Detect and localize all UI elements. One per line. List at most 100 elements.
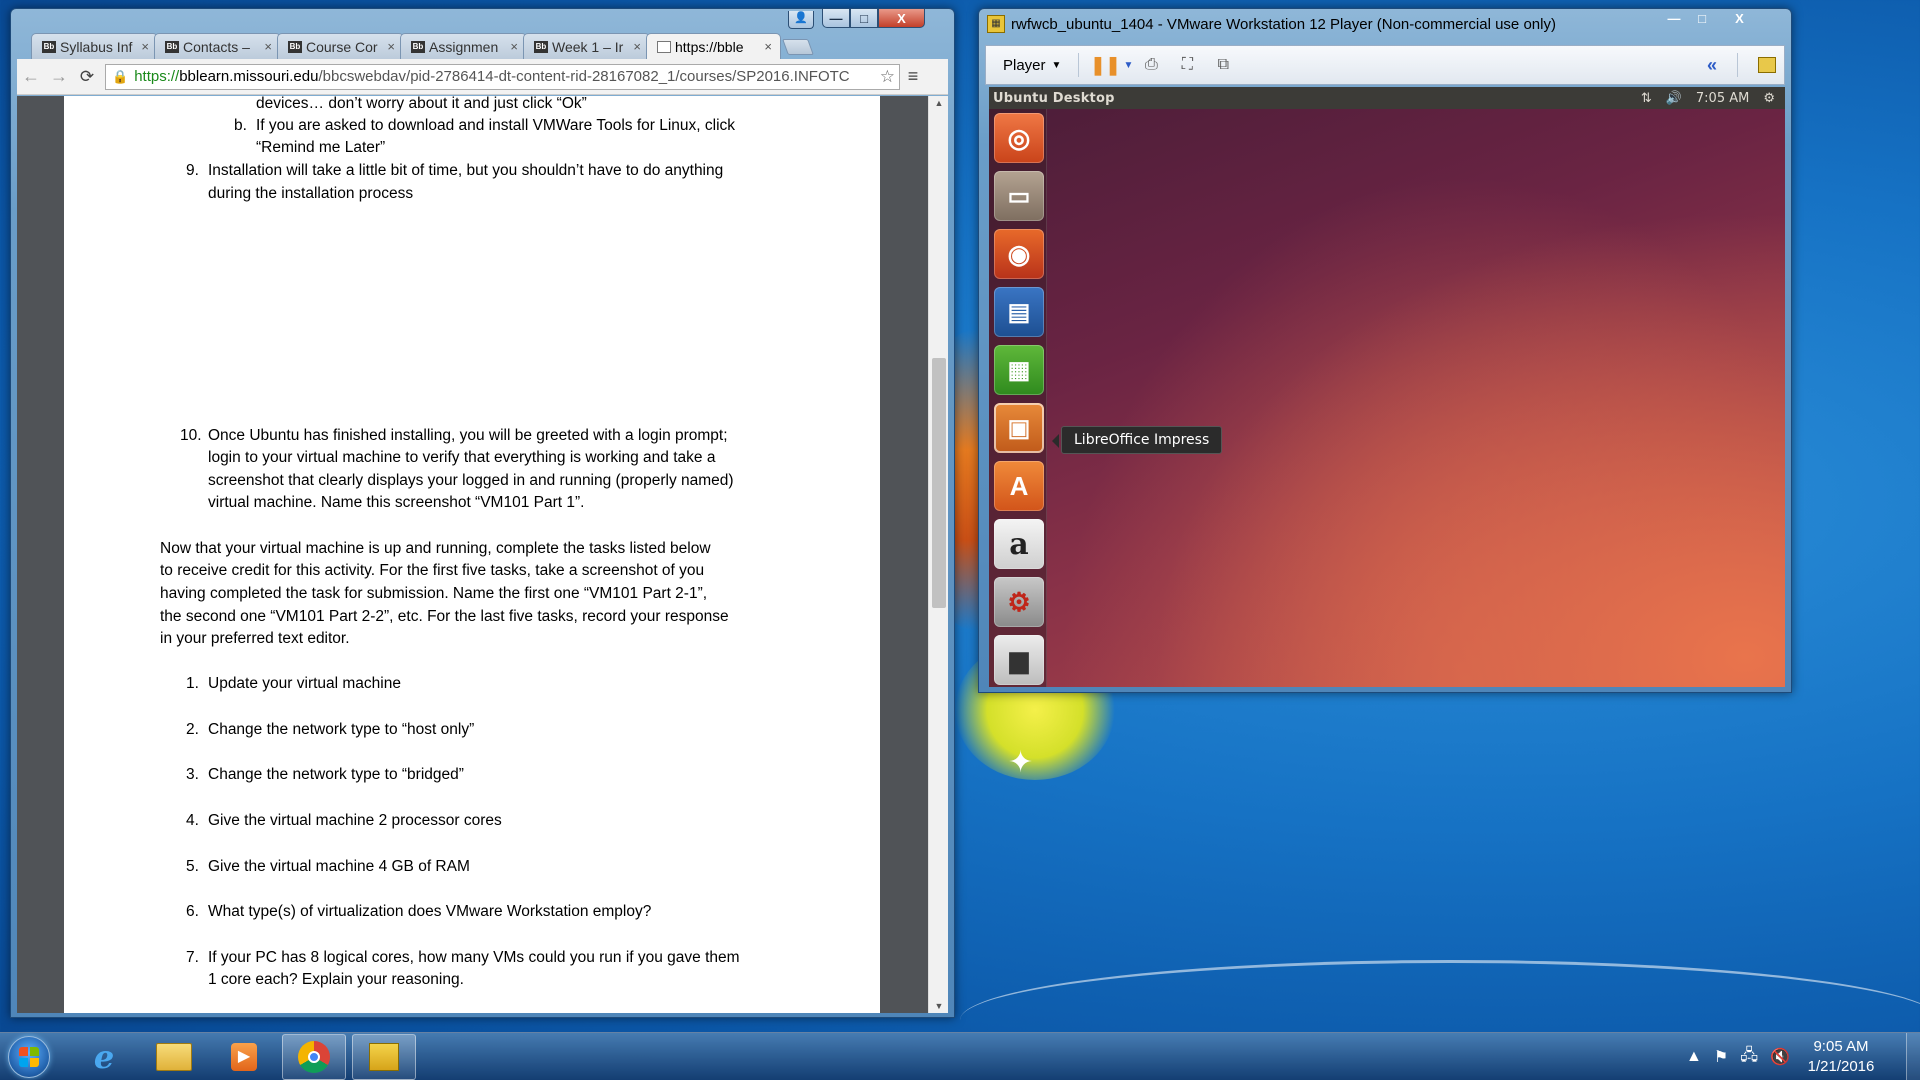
tab-title: https://bble [675,38,744,55]
doc-line: login to your virtual machine to verify … [208,449,716,466]
close-button[interactable]: X [1716,9,1763,28]
tab-close-icon[interactable]: × [141,39,149,54]
start-button[interactable] [8,1036,50,1078]
vmware-logo-icon: ▦ [987,15,1005,33]
tab-title: Assignmen [429,38,499,55]
tab-active-document[interactable]: https://bble × [646,33,781,59]
scroll-up-icon[interactable]: ▲ [929,98,948,108]
panel-clock[interactable]: 7:05 AM [1696,91,1749,106]
url-host: bblearn.missouri.edu [179,68,319,85]
volume-icon[interactable]: 🔊 [1666,91,1682,106]
vmware-window: ▦ rwfwcb_ubuntu_1404 - VMware Workstatio… [978,8,1792,693]
blackboard-favicon-icon: Bb [411,40,425,53]
amazon-icon[interactable]: a [994,519,1044,569]
libreoffice-impress-icon[interactable]: ▣ [994,403,1044,453]
file-explorer-icon[interactable] [142,1034,206,1080]
media-player-icon[interactable]: ▶ [212,1034,276,1080]
scroll-thumb[interactable] [932,358,946,608]
tab-course-content[interactable]: Bb Course Cor × [277,33,404,59]
tab-close-icon[interactable]: × [764,39,772,54]
tab-close-icon[interactable]: × [264,39,272,54]
blackboard-favicon-icon: Bb [288,40,302,53]
back-arrow-icon[interactable]: ← [17,66,45,87]
libreoffice-calc-icon[interactable]: ▦ [994,345,1044,395]
pause-icon[interactable]: ❚❚ [1090,53,1120,77]
taskbar-clock[interactable]: 9:05 AM 1/21/2016 [1796,1037,1886,1077]
guest-display[interactable]: Ubuntu Desktop ⇅ 🔊 7:05 AM ⚙ ◎ ▭ ◉ ▤ ▦ ▣… [989,87,1785,687]
vertical-scrollbar[interactable]: ▲ ▼ [928,96,948,1013]
removable-devices-icon[interactable]: ⎙ [1138,53,1164,77]
vmware-taskbar-icon[interactable] [352,1034,416,1080]
action-center-flag-icon[interactable]: ⚑ [1714,1047,1728,1067]
gear-icon[interactable]: ⚙ [1763,91,1775,106]
files-icon[interactable]: ▭ [994,171,1044,221]
task-item: What type(s) of virtualization does VMwa… [208,903,652,920]
volume-muted-icon[interactable]: 🔇 [1770,1047,1790,1067]
clock-time: 9:05 AM [1813,1038,1869,1055]
blackboard-favicon-icon: Bb [534,40,548,53]
tab-contacts[interactable]: Bb Contacts – × [154,33,281,59]
tab-close-icon[interactable]: × [633,39,641,54]
network-icon[interactable]: ⇅ [1641,91,1652,106]
document-page: devices… don’t worry about it and just c… [64,96,880,346]
libreoffice-writer-icon[interactable]: ▤ [994,287,1044,337]
pdf-viewer[interactable]: devices… don’t worry about it and just c… [17,96,948,1013]
double-chevron-left-icon[interactable]: « [1707,55,1717,76]
menu-icon[interactable]: ≡ [900,66,926,87]
tab-week-1[interactable]: Bb Week 1 – Ir × [523,33,650,59]
unity-icon[interactable]: ⧉ [1210,53,1236,77]
software-center-icon[interactable]: A [994,461,1044,511]
doc-line: the second one “VM101 Part 2-2”, etc. Fo… [160,608,729,625]
maximize-button[interactable]: □ [1688,9,1716,28]
tab-close-icon[interactable]: × [510,39,518,54]
save-drive-icon[interactable]: ▆ [994,635,1044,685]
launcher-tooltip: LibreOffice Impress [1051,426,1223,454]
list-marker: 2. [186,721,199,738]
doc-line: screenshot that clearly displays your lo… [208,472,734,489]
scroll-down-icon[interactable]: ▼ [929,1001,948,1011]
task-item: Give the virtual machine 4 GB of RAM [208,858,470,875]
reload-icon[interactable]: ⟳ [73,67,101,87]
system-settings-icon[interactable]: ⚙ [994,577,1044,627]
new-tab-button[interactable] [782,39,814,55]
close-button[interactable]: X [878,9,925,28]
toolbar-divider [1737,53,1738,77]
bookmark-star-icon[interactable]: ☆ [880,67,895,87]
toolbar-divider [1078,53,1080,77]
unity-launcher: ◎ ▭ ◉ ▤ ▦ ▣ A a ⚙ ▆ [989,109,1047,687]
maximize-button[interactable]: □ [850,9,878,28]
doc-line: If you are asked to download and install… [256,117,736,134]
show-hidden-icons-icon[interactable]: ▲ [1686,1048,1702,1066]
player-menu-button[interactable]: Player ▼ [994,52,1070,79]
chrome-taskbar-icon[interactable] [282,1034,346,1080]
document-page: 10. Once Ubuntu has finished installing,… [64,329,880,1013]
doc-line: Installation will take a little bit of t… [208,162,724,179]
tab-assignments[interactable]: Bb Assignmen × [400,33,527,59]
forward-arrow-icon[interactable]: → [45,66,73,87]
chrome-window: 👤 — □ X Bb Syllabus Inf × Bb Contacts – … [10,8,955,1018]
task-item: If your PC has 8 logical cores, how many… [208,949,740,966]
internet-explorer-icon[interactable]: e [72,1034,136,1080]
show-desktop-button[interactable] [1906,1033,1920,1080]
url-path: /bbcswebdav/pid-2786414-dt-content-rid-2… [318,68,850,85]
library-icon[interactable] [1758,57,1776,73]
tab-close-icon[interactable]: × [387,39,395,54]
firefox-icon[interactable]: ◉ [994,229,1044,279]
minimize-button[interactable]: — [822,9,850,28]
panel-indicators: ⇅ 🔊 7:05 AM ⚙ [1641,91,1785,106]
tab-syllabus[interactable]: Bb Syllabus Inf × [31,33,158,59]
clock-date: 1/21/2016 [1807,1058,1875,1075]
tab-title: Syllabus Inf [60,38,133,55]
fit-guest-icon[interactable]: ⛶ [1174,53,1200,77]
network-icon[interactable]: 🖧 [1740,1044,1758,1071]
dash-icon[interactable]: ◎ [994,113,1044,163]
windows-logo-icon [19,1047,39,1067]
profile-icon[interactable]: 👤 [788,11,814,29]
address-bar[interactable]: 🔒 https:// bblearn.missouri.edu /bbcsweb… [105,63,900,90]
blackboard-favicon-icon: Bb [42,40,56,53]
chevron-down-icon[interactable]: ▼ [1123,60,1133,71]
list-marker: 3. [186,766,199,783]
list-marker: 6. [186,903,199,920]
list-marker: 10. [180,427,202,444]
minimize-button[interactable]: — [1660,9,1688,28]
